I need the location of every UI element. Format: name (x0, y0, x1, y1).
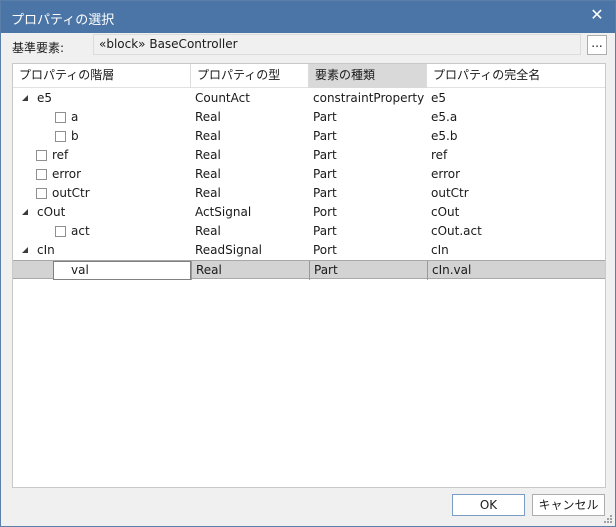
cell-fullname: e5 (431, 91, 447, 105)
row-checkbox[interactable] (55, 226, 66, 237)
table-row[interactable]: cIn ReadSignal Port cIn (13, 241, 605, 260)
column-header-fullname[interactable]: プロパティの完全名 (427, 64, 605, 88)
cell-kind: Port (313, 243, 337, 257)
row-checkbox[interactable] (36, 169, 47, 180)
cell-type: ReadSignal (195, 243, 263, 257)
cell-hierarchy: outCtr (52, 186, 90, 200)
cell-fullname: cIn (431, 243, 449, 257)
cell-kind: Port (313, 205, 337, 219)
row-checkbox[interactable] (55, 131, 66, 142)
close-button[interactable]: ✕ (585, 5, 609, 27)
expand-triangle-icon[interactable] (21, 208, 29, 216)
cell-kind: Part (313, 129, 337, 143)
cell-fullname: cOut.act (431, 224, 482, 238)
table-row[interactable]: b Real Part e5.b (13, 127, 605, 146)
window-title: プロパティの選択 (11, 13, 115, 28)
cell-type: Real (195, 129, 221, 143)
ok-button[interactable]: OK (452, 494, 525, 516)
table-row[interactable]: a Real Part e5.a (13, 108, 605, 127)
expand-triangle-icon[interactable] (21, 94, 29, 102)
cell-type: Real (191, 261, 222, 280)
cell-kind: Part (313, 167, 337, 181)
cell-type: Real (195, 110, 221, 124)
row-checkbox[interactable] (36, 150, 47, 161)
cell-kind: Part (309, 261, 338, 280)
cell-hierarchy: e5 (37, 91, 53, 105)
cell-type: CountAct (195, 91, 250, 105)
row-checkbox[interactable] (36, 188, 47, 199)
property-grid[interactable]: プロパティの階層 プロパティの型 要素の種類 プロパティの完全名 e5 Count… (12, 63, 606, 488)
cell-hierarchy: act (71, 224, 90, 238)
cell-hierarchy: a (71, 110, 79, 124)
cell-type: Real (195, 186, 221, 200)
cell-type: Real (195, 167, 221, 181)
base-element-field: «block» BaseController (93, 34, 581, 55)
cell-type: Real (195, 224, 221, 238)
cell-kind: Part (313, 186, 337, 200)
cell-kind: constraintProperty (313, 91, 425, 105)
grid-header: プロパティの階層 プロパティの型 要素の種類 プロパティの完全名 (13, 64, 605, 88)
cell-fullname: error (431, 167, 461, 181)
browse-button[interactable]: ... (587, 35, 607, 55)
row-checkbox[interactable] (55, 112, 66, 123)
resize-grip-icon[interactable] (603, 514, 613, 524)
table-row[interactable]: error Real Part error (13, 165, 605, 184)
cell-hierarchy: ref (52, 148, 69, 162)
column-header-hierarchy[interactable]: プロパティの階層 (13, 64, 191, 88)
cell-hierarchy: val (71, 263, 89, 277)
cell-fullname: ref (431, 148, 448, 162)
expand-triangle-icon[interactable] (21, 246, 29, 254)
cell-hierarchy: cOut (37, 205, 66, 219)
cell-type: Real (195, 148, 221, 162)
column-header-type[interactable]: プロパティの型 (191, 64, 309, 88)
table-row[interactable]: act Real Part cOut.act (13, 222, 605, 241)
cell-hierarchy: b (71, 129, 79, 143)
cell-hierarchy: cIn (37, 243, 55, 257)
table-row[interactable]: val Real Part cIn.val (13, 260, 605, 280)
cell-fullname: outCtr (431, 186, 469, 200)
cell-fullname: e5.a (431, 110, 458, 124)
cancel-button[interactable]: キャンセル (532, 494, 605, 516)
cell-fullname: e5.b (431, 129, 458, 143)
table-row[interactable]: cOut ActSignal Port cOut (13, 203, 605, 222)
table-row[interactable]: e5 CountAct constraintProperty e5 (13, 89, 605, 108)
cell-type: ActSignal (195, 205, 252, 219)
cell-fullname: cOut (431, 205, 460, 219)
title-bar[interactable]: プロパティの選択 ✕ (1, 1, 615, 33)
table-row[interactable]: outCtr Real Part outCtr (13, 184, 605, 203)
column-header-kind[interactable]: 要素の種類 (309, 64, 427, 88)
cell-kind: Part (313, 224, 337, 238)
property-select-dialog: プロパティの選択 ✕ 基準要素: «block» BaseController … (0, 0, 616, 527)
base-element-label: 基準要素: (12, 41, 65, 55)
cell-hierarchy: error (52, 167, 82, 181)
cell-kind: Part (313, 110, 337, 124)
cell-fullname: cIn.val (427, 261, 471, 280)
table-row[interactable]: ref Real Part ref (13, 146, 605, 165)
cell-kind: Part (313, 148, 337, 162)
